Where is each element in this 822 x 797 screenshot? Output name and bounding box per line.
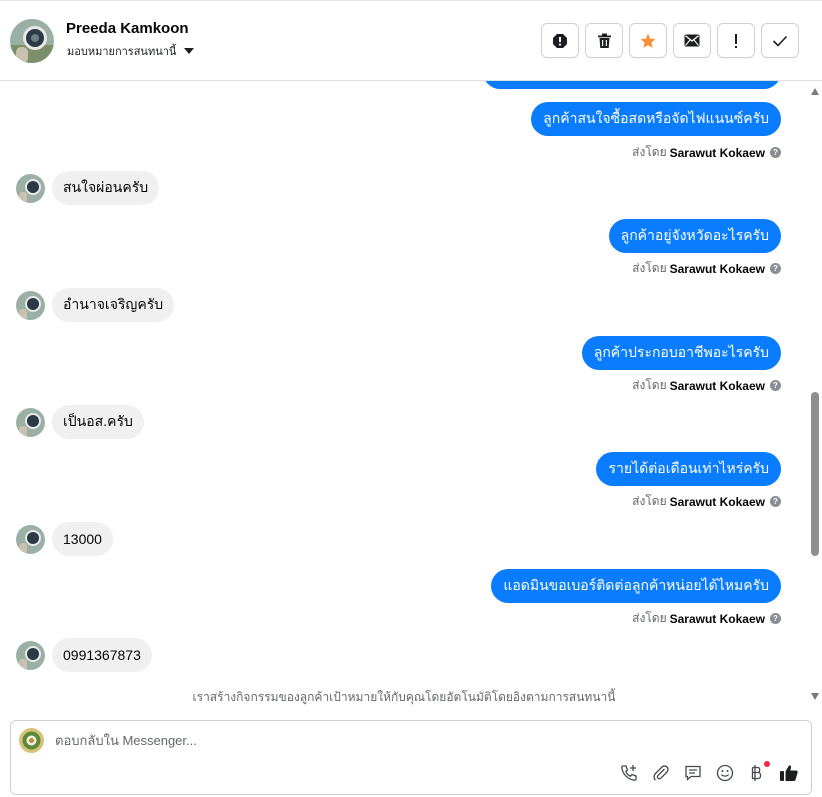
help-icon[interactable]: ? — [770, 380, 781, 391]
help-icon[interactable]: ? — [770, 263, 781, 274]
contact-avatar-small — [16, 173, 45, 203]
phone-plus-icon — [621, 765, 637, 781]
incoming-message-row: เป็นอส.ครับ — [16, 405, 144, 439]
outgoing-message: รายได้ต่อเดือนเท่าไหร่ครับ — [596, 452, 781, 486]
star-icon — [640, 33, 656, 48]
outgoing-message: ลูกค้าอยู่จังหวัดอะไรครับ — [608, 219, 781, 253]
composer-toolbar — [619, 761, 799, 783]
baht-icon — [751, 765, 762, 781]
spam-icon — [553, 33, 567, 48]
saved-replies-button[interactable] — [683, 763, 703, 783]
sent-by-label: ส่งโดย — [632, 611, 667, 625]
scroll-down-arrow-icon[interactable] — [811, 693, 819, 700]
sender-name[interactable]: Sarawut Kokaew — [670, 612, 765, 626]
follow-up-button[interactable] — [717, 23, 755, 58]
delete-button[interactable] — [585, 23, 623, 58]
incoming-message: 0991367873 — [52, 638, 152, 672]
contact-avatar-small — [16, 290, 45, 320]
help-icon[interactable]: ? — [770, 496, 781, 507]
incoming-message-row: อำนาจเจริญครับ — [16, 288, 175, 322]
message-bubble-clipped — [483, 81, 781, 89]
attach-button[interactable] — [651, 763, 671, 783]
conversation-header: Preeda Kamkoon มอบหมายการสนทนานี้ — [0, 0, 822, 81]
outgoing-message: แอดมินขอเบอร์ติดต่อลูกค้าหน่อยได้ไหมครับ — [491, 569, 781, 603]
outgoing-message: ลูกค้าประกอบอาชีพอะไรครับ — [581, 336, 781, 370]
star-button[interactable] — [629, 23, 667, 58]
assign-conversation-dropdown[interactable]: มอบหมายการสนทนานี้ — [67, 42, 195, 60]
scrollbar-thumb[interactable] — [811, 392, 819, 556]
envelope-icon — [684, 34, 700, 47]
sent-by-label: ส่งโดย — [632, 494, 667, 508]
contact-avatar[interactable] — [10, 19, 54, 63]
assign-label: มอบหมายการสนทนานี้ — [67, 46, 177, 58]
mark-unread-button[interactable] — [673, 23, 711, 58]
emoji-icon — [716, 764, 734, 782]
thread-scrollbar[interactable] — [808, 81, 822, 706]
help-icon[interactable]: ? — [770, 613, 781, 624]
contact-avatar-small — [16, 640, 45, 670]
sent-by-line: ส่งโดย Sarawut Kokaew ? — [632, 492, 781, 511]
sender-name[interactable]: Sarawut Kokaew — [670, 495, 765, 509]
contact-avatar-small — [16, 524, 45, 554]
contact-name: Preeda Kamkoon — [66, 20, 189, 37]
sender-name[interactable]: Sarawut Kokaew — [670, 379, 765, 393]
thumbs-up-icon — [780, 765, 798, 781]
mark-done-button[interactable] — [761, 23, 799, 58]
sent-by-line: ส่งโดย Sarawut Kokaew ? — [632, 609, 781, 628]
incoming-message-row: 13000 — [16, 522, 113, 556]
sent-by-line: ส่งโดย Sarawut Kokaew ? — [632, 376, 781, 395]
sent-by-line: ส่งโดย Sarawut Kokaew ? — [632, 143, 781, 162]
incoming-message: เป็นอส.ครับ — [52, 405, 144, 439]
conversation-actions — [541, 23, 799, 58]
message-thread[interactable]: ลูกค้าสนใจซื้อสดหรือจัดไฟแนนซ์ครับ ส่งโด… — [0, 81, 808, 706]
sender-name[interactable]: Sarawut Kokaew — [670, 146, 765, 160]
emoji-button[interactable] — [715, 763, 735, 783]
page-avatar — [19, 728, 44, 753]
like-button[interactable] — [779, 763, 799, 783]
exclamation-icon — [735, 33, 737, 48]
call-button[interactable] — [619, 763, 639, 783]
sender-name[interactable]: Sarawut Kokaew — [670, 262, 765, 276]
incoming-message-row: สนใจผ่อนครับ — [16, 171, 160, 205]
outgoing-message: ลูกค้าสนใจซื้อสดหรือจัดไฟแนนซ์ครับ — [531, 102, 781, 136]
sent-by-label: ส่งโดย — [632, 145, 667, 159]
check-icon — [772, 35, 788, 47]
scroll-up-arrow-icon[interactable] — [811, 88, 819, 95]
trash-icon — [597, 33, 611, 48]
reply-composer — [10, 720, 812, 795]
notification-dot — [764, 761, 770, 767]
payment-button[interactable] — [747, 761, 770, 783]
sent-by-label: ส่งโดย — [632, 378, 667, 392]
mark-spam-button[interactable] — [541, 23, 579, 58]
sent-by-line: ส่งโดย Sarawut Kokaew ? — [632, 259, 781, 278]
paperclip-icon — [653, 765, 669, 781]
saved-reply-icon — [685, 765, 701, 781]
reply-input[interactable] — [55, 733, 755, 748]
incoming-message: 13000 — [52, 522, 113, 556]
sent-by-label: ส่งโดย — [632, 261, 667, 275]
incoming-message-row: 0991367873 — [16, 638, 152, 672]
help-icon[interactable]: ? — [770, 147, 781, 158]
caret-down-icon — [184, 48, 195, 54]
contact-avatar-small — [16, 407, 45, 437]
incoming-message: อำนาจเจริญครับ — [52, 288, 175, 322]
incoming-message: สนใจผ่อนครับ — [52, 171, 160, 205]
auto-activity-notice: เราสร้างกิจกรรมของลูกค้าเป้าหมายให้กับคุ… — [192, 690, 616, 704]
